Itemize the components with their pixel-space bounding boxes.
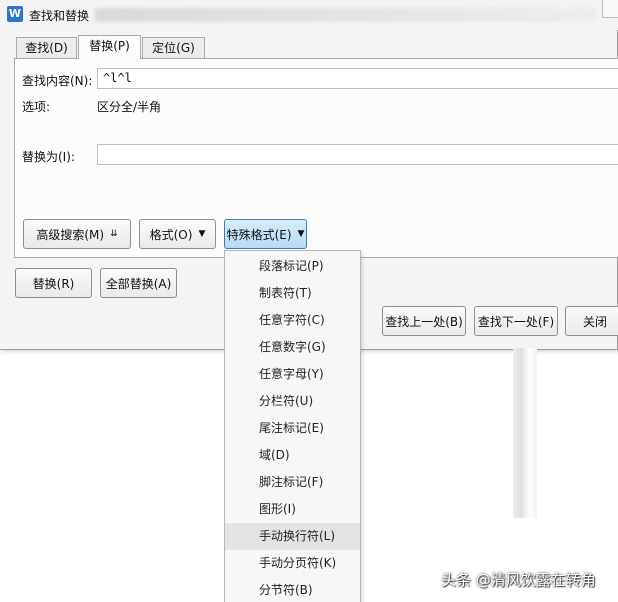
background-scrollbar [513, 348, 537, 518]
menu-item-paragraph-mark[interactable]: 段落标记(P) [225, 253, 360, 280]
format-label: 格式(O) [149, 227, 193, 242]
menu-item-footnote-mark[interactable]: 脚注标记(F) [225, 469, 360, 496]
menu-item-manual-page-break[interactable]: 手动分页符(K) [225, 550, 360, 577]
advanced-search-button[interactable]: 高级搜索(M) ⇊ [23, 219, 131, 249]
menu-item-any-digit[interactable]: 任意数字(G) [225, 334, 360, 361]
window-title: 查找和替换 [29, 9, 90, 23]
special-format-label: 特殊格式(E) [226, 227, 292, 242]
tab-replace[interactable]: 替换(P) [78, 35, 141, 59]
advanced-search-label: 高级搜索(M) [36, 227, 105, 242]
blurred-background-text [95, 8, 595, 22]
menu-item-column-break[interactable]: 分栏符(U) [225, 388, 360, 415]
find-input[interactable]: ^l^l [97, 68, 618, 89]
watermark: 头条 @清风饮露在转角 [441, 571, 596, 589]
special-format-button[interactable]: 特殊格式(E) ▼ [224, 219, 307, 249]
special-format-menu: 段落标记(P) 制表符(T) 任意字符(C) 任意数字(G) 任意字母(Y) 分… [224, 250, 361, 602]
replace-all-button[interactable]: 全部替换(A) [100, 268, 177, 298]
menu-item-any-letter[interactable]: 任意字母(Y) [225, 361, 360, 388]
menu-item-field[interactable]: 域(D) [225, 442, 360, 469]
menu-item-manual-line-break[interactable]: 手动换行符(L) [225, 523, 360, 550]
replace-input[interactable] [97, 144, 618, 165]
menu-item-graphic[interactable]: 图形(I) [225, 496, 360, 523]
triangle-down-icon: ▼ [297, 228, 305, 239]
triangle-down-icon: ▼ [198, 228, 206, 239]
double-chevron-down-icon: ⇊ [110, 228, 118, 239]
close-button[interactable]: 关闭 [565, 306, 618, 336]
menu-item-tab-char[interactable]: 制表符(T) [225, 280, 360, 307]
menu-item-endnote-mark[interactable]: 尾注标记(E) [225, 415, 360, 442]
title-bar[interactable]: W 查找和替换 [0, 0, 618, 30]
window-close-icon[interactable] [602, 0, 618, 18]
menu-item-any-char[interactable]: 任意字符(C) [225, 307, 360, 334]
tab-goto[interactable]: 定位(G) [142, 37, 205, 59]
wps-writer-icon: W [7, 6, 23, 22]
replace-button[interactable]: 替换(R) [15, 268, 92, 298]
find-label: 查找内容(N): [22, 74, 93, 88]
options-label: 选项: [22, 100, 51, 114]
format-button[interactable]: 格式(O) ▼ [139, 219, 216, 249]
find-previous-button[interactable]: 查找上一处(B) [382, 306, 466, 336]
find-next-button[interactable]: 查找下一处(F) [474, 306, 558, 336]
replace-label: 替换为(I): [22, 150, 75, 164]
tab-find[interactable]: 查找(D) [16, 37, 77, 59]
menu-item-section-break[interactable]: 分节符(B) [225, 577, 360, 602]
options-value: 区分全/半角 [97, 100, 162, 114]
